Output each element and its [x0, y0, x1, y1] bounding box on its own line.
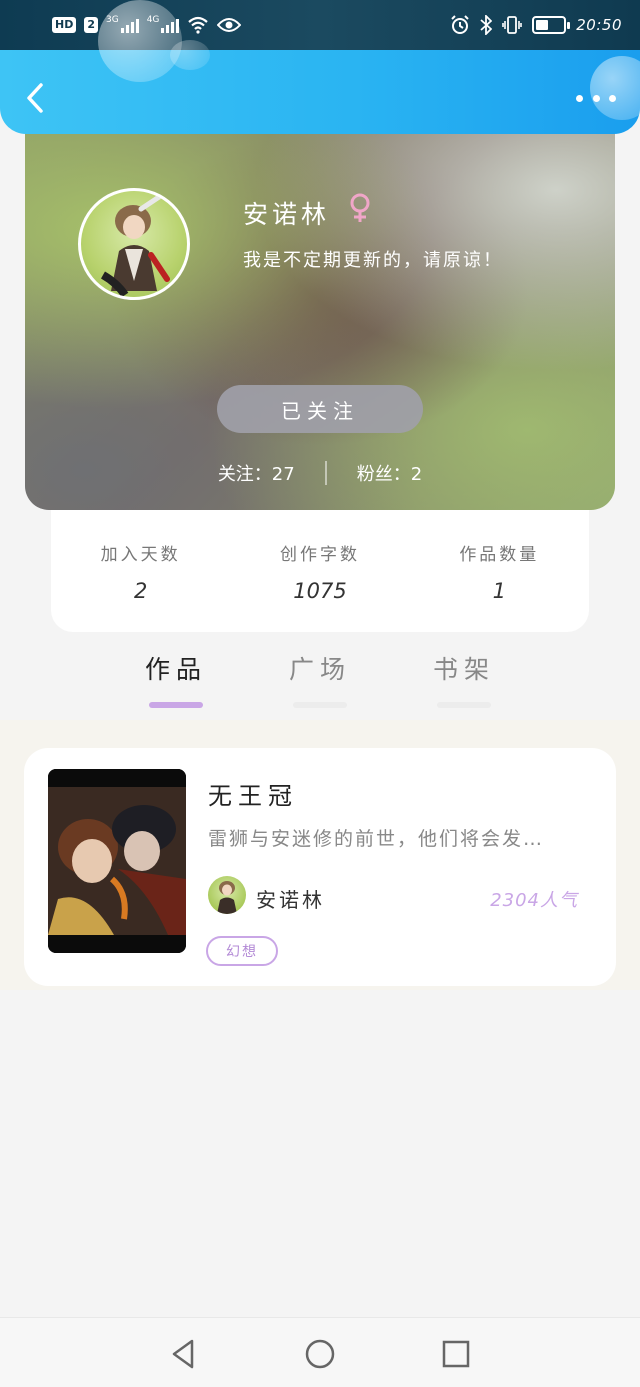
work-cover[interactable] [48, 769, 186, 953]
home-circle-icon[interactable] [304, 1338, 336, 1370]
status-right: 20:50 [450, 15, 622, 35]
tab-works[interactable]: 作品 [126, 650, 226, 708]
author-name: 安诺林 [256, 888, 325, 912]
avatar-illustration [100, 194, 170, 297]
avatar[interactable] [78, 188, 190, 300]
vibrate-icon [502, 16, 523, 34]
back-triangle-icon[interactable] [168, 1338, 200, 1370]
back-button[interactable] [20, 80, 50, 116]
stat-join-days: 加入天数 2 [71, 540, 211, 632]
tab-indicator [149, 702, 203, 708]
stats-divider [324, 461, 327, 485]
stat-word-count: 创作字数 1075 [250, 540, 390, 632]
tab-indicator [437, 702, 491, 708]
stat-label: 创作字数 [279, 545, 360, 565]
stat-works-count: 作品数量 1 [429, 540, 569, 632]
more-dots-icon [576, 94, 583, 102]
hd-badge: HD [52, 17, 77, 33]
wifi-icon [188, 16, 209, 34]
battery-fill [536, 20, 549, 30]
stat-value: 1 [492, 579, 506, 603]
work-title: 无王冠 [208, 782, 298, 810]
user-bio: 我是不定期更新的，请原谅！ [243, 250, 503, 271]
popularity-count: 2304人气 [490, 890, 578, 911]
user-name: 安诺林 [243, 200, 331, 229]
alarm-icon [451, 15, 469, 34]
decor-bubble-small [170, 40, 210, 70]
battery-icon [532, 16, 571, 34]
bluetooth-icon [480, 15, 493, 35]
stat-label: 加入天数 [100, 545, 181, 565]
tab-square[interactable]: 广场 [270, 650, 370, 708]
female-gender-icon [347, 192, 373, 224]
eye-icon [217, 18, 242, 32]
system-nav-bar [0, 1317, 640, 1387]
follow-button[interactable]: 已关注 [217, 385, 423, 433]
status-time: 20:50 [576, 16, 622, 34]
header-bar [0, 50, 640, 134]
work-card[interactable]: 无王冠 雷狮与安迷修的前世，他们将会发… 安诺林 2304人气 幻想 [24, 748, 616, 986]
tab-label: 作品 [144, 655, 207, 684]
works-list: 无王冠 雷狮与安迷修的前世，他们将会发… 安诺林 2304人气 幻想 [0, 720, 640, 990]
cover-illustration [48, 769, 186, 953]
tab-label: 书架 [432, 655, 495, 684]
stat-value: 2 [133, 579, 148, 603]
stat-value: 1075 [293, 579, 347, 603]
more-dot [592, 94, 600, 102]
following-count[interactable]: 关注：27 [218, 460, 295, 486]
profile-card: 安诺林 我是不定期更新的，请原谅！ 已关注 关注：27 粉丝：2 [25, 110, 615, 510]
sim-badge: 2 [84, 17, 98, 33]
tab-indicator [293, 702, 347, 708]
recents-square-icon[interactable] [440, 1338, 472, 1370]
decor-bubble [98, 0, 182, 82]
chevron-left-icon [27, 83, 43, 113]
status-bar: HD 2 3G 4G [0, 0, 640, 50]
stat-label: 作品数量 [459, 545, 540, 565]
more-button[interactable] [576, 86, 616, 110]
more-dot [609, 94, 616, 102]
follow-stats: 关注：27 粉丝：2 [25, 460, 615, 486]
tab-label: 广场 [288, 655, 351, 684]
tab-bookshelf[interactable]: 书架 [414, 650, 514, 708]
genre-tag[interactable]: 幻想 [206, 936, 278, 966]
work-description: 雷狮与安迷修的前世，他们将会发… [208, 828, 545, 850]
tab-bar: 作品 广场 书架 [0, 640, 640, 720]
author-avatar [208, 876, 246, 914]
stats-card: 加入天数 2 创作字数 1075 作品数量 1 [51, 510, 589, 632]
fans-count[interactable]: 粉丝：2 [357, 460, 422, 486]
